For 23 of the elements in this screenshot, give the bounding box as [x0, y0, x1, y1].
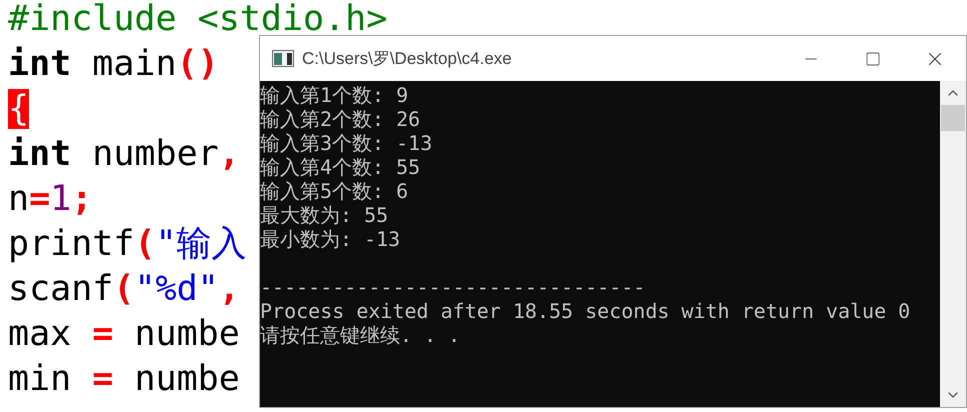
- output-line: 最小数为: -13: [260, 227, 400, 251]
- separator-line: --------------------------------: [260, 275, 646, 299]
- code-line: int main(): [8, 43, 219, 86]
- code-line: max = numbe: [8, 313, 240, 356]
- maximize-icon[interactable]: [865, 50, 881, 66]
- output-line: 输入第3个数: -13: [260, 131, 432, 155]
- output-line: 最大数为: 55: [260, 203, 388, 227]
- scrollbar[interactable]: [940, 81, 966, 407]
- code-line: #include <stdio.h>: [8, 0, 388, 41]
- code-line: printf("输入: [8, 223, 247, 266]
- code-line: min = numbe: [8, 358, 240, 401]
- console-app-icon: [272, 50, 294, 67]
- window-title: C:\Users\罗\Desktop\c4.exe: [302, 48, 512, 70]
- code-line: scanf("%d",: [8, 268, 240, 311]
- code-line: int number,: [8, 133, 240, 176]
- output-line: 输入第2个数: 26: [260, 107, 420, 131]
- output-line: 输入第5个数: 6: [260, 179, 408, 203]
- exit-message: Process exited after 18.55 seconds with return value 0: [260, 299, 910, 323]
- output-line: 输入第1个数: 9: [260, 83, 408, 107]
- scrollbar-thumb[interactable]: [941, 105, 965, 131]
- output-line: 输入第4个数: 55: [260, 155, 420, 179]
- continue-prompt: 请按任意键继续. . .: [260, 323, 460, 347]
- code-line: n=1;: [8, 178, 92, 221]
